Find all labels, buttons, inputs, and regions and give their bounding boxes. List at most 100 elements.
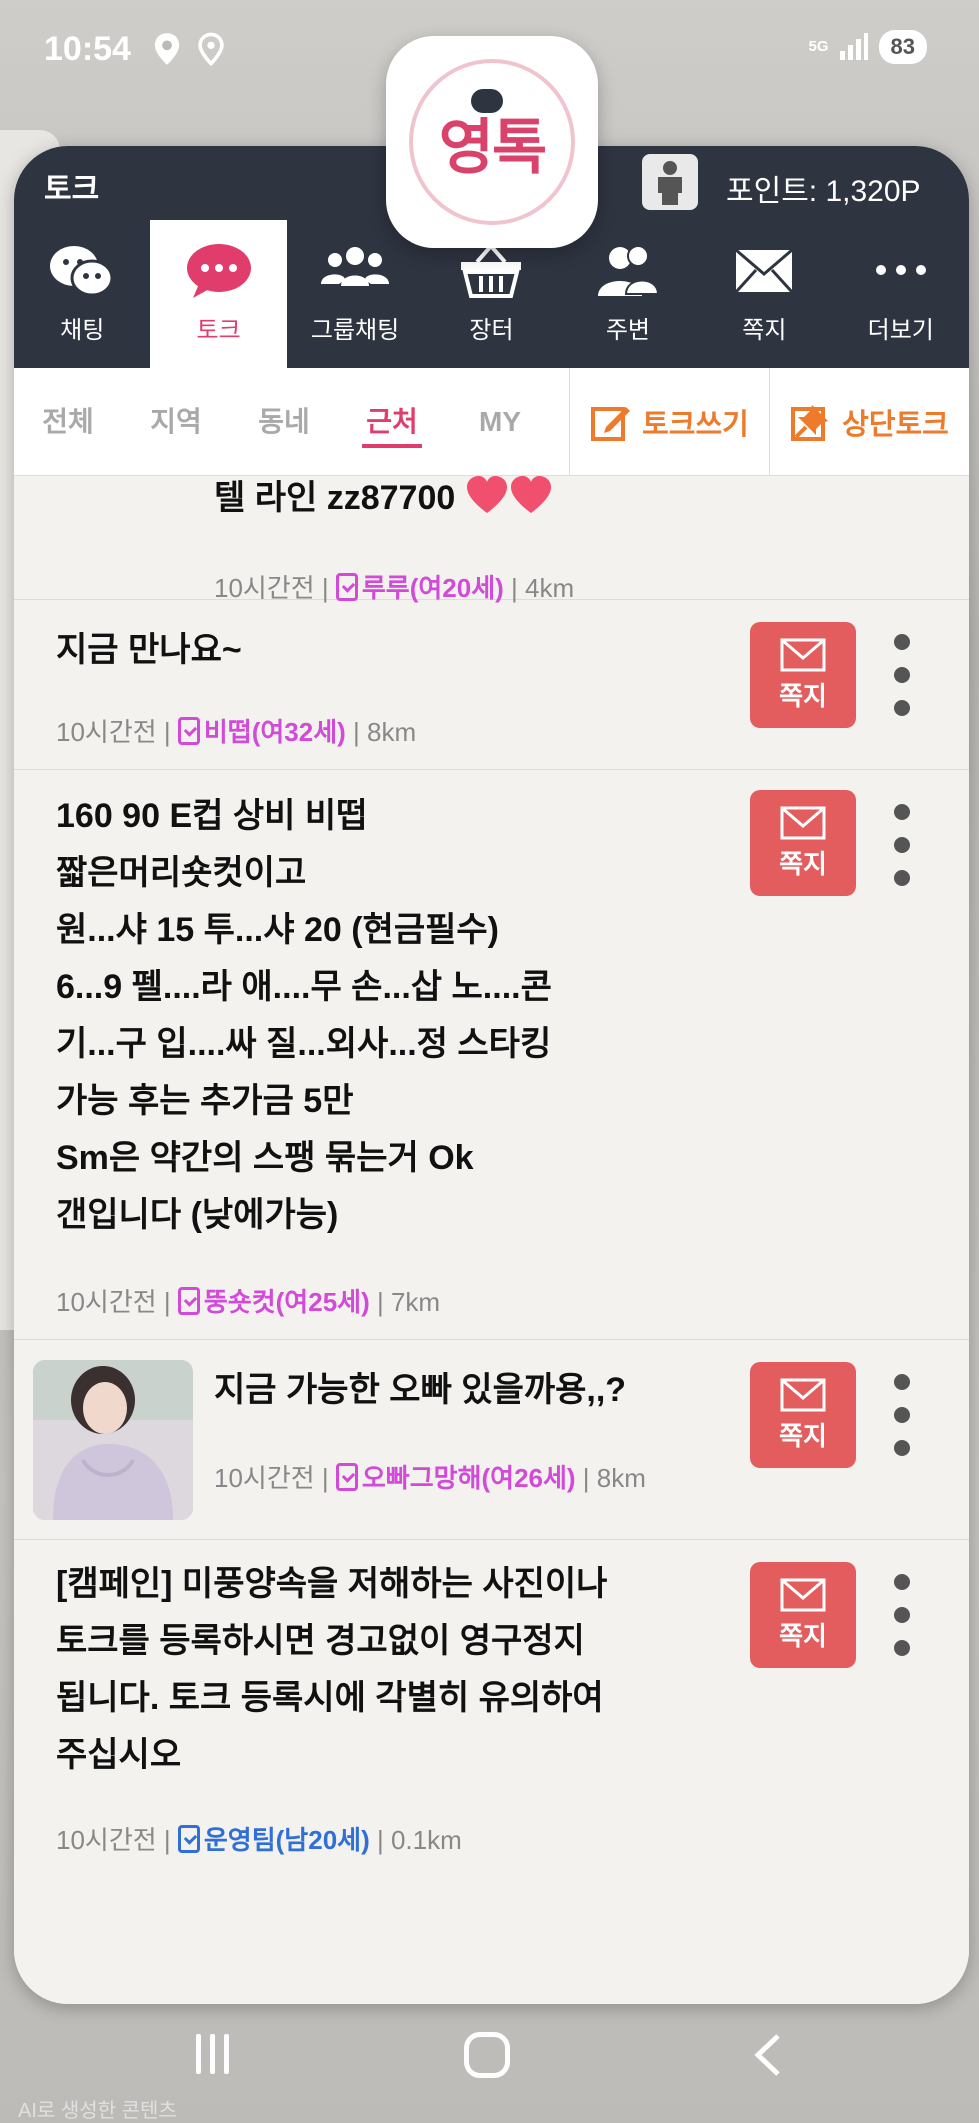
message-label: 쪽지 [779,680,827,711]
wechat-icon [50,246,114,297]
network-label: 5G [808,38,829,55]
system-nav-bar: AI로 생성한 콘텐츠 [0,2012,979,2123]
more-options-button[interactable] [892,1374,912,1456]
post-nickname[interactable]: 루루(여20세) [362,573,504,603]
points-label: 포인트: 1,320P [726,175,921,208]
battery-indicator: 83 [878,30,927,64]
message-button[interactable]: 쪽지 [750,1562,856,1668]
heart-icon [466,476,507,513]
profile-photo[interactable] [33,1360,193,1520]
post-nickname[interactable]: 비떱(여32세) [204,717,346,747]
group-icon [321,247,390,286]
post-nickname[interactable]: 뚱숏컷(여25세) [204,1287,370,1317]
post-line: 기...구 입....싸 질...외사...정 스타킹 [56,1025,552,1063]
tab-group-chat[interactable]: 그룹채팅 [287,220,423,368]
post-text: 지금 가능한 오빠 있을까용,,? [214,1371,627,1409]
location-outline-icon [198,32,224,66]
post-time: 10시간전 [56,1287,157,1317]
tab-nearby[interactable]: 주변 [560,220,696,368]
post-line: 주십시오 [56,1736,182,1774]
more-options-button[interactable] [892,634,912,716]
envelope-icon [780,638,826,671]
heart-icon [510,476,551,513]
person-icon [658,161,682,205]
post-line: Sm은 약간의 스팽 묶는거 Ok [56,1139,474,1177]
list-item[interactable]: 지금 가능한 오빠 있을까용,,? 10시간전 | 오빠그망해(여26세) | … [14,1340,969,1540]
post-distance: 0.1km [390,1825,462,1855]
logo-bubble-icon [471,89,503,113]
list-item[interactable]: [캠페인] 미풍양속을 저해하는 사진이나 토크를 등록하시면 경고없이 영구정… [14,1540,969,1876]
message-button[interactable]: 쪽지 [750,622,856,728]
tab-chat[interactable]: 채팅 [14,220,150,368]
post-line: 160 90 E컵 상비 비떱 [56,797,368,835]
chat-bubble-icon [186,244,251,298]
page-title: 토크 [44,173,100,206]
list-item[interactable]: 지금 만나요~ 10시간전 | 비떱(여32세) | 8km 쪽지 [14,600,969,770]
tab-label: 토크 [196,317,241,344]
tab-label: 더보기 [867,317,934,344]
more-options-button[interactable] [892,1574,912,1656]
recents-button[interactable] [196,2034,236,2074]
more-options-button[interactable] [892,804,912,886]
filter-neighborhood[interactable]: 동네 [230,368,338,476]
list-item[interactable]: 텔 라인 zz87700 10시간전 | 루루(여20세) | 4km [14,476,969,603]
post-meta: 10시간전 | 오빠그망해(여26세) | 8km [214,1463,646,1493]
list-item[interactable]: 160 90 E컵 상비 비떱 짧은머리숏컷이고 원...샤 15 투...샤 … [14,770,969,1340]
tab-talk[interactable]: 토크 [150,220,287,368]
pin-icon [791,404,829,441]
home-button[interactable] [464,2032,510,2078]
tab-label: 장터 [469,317,514,344]
post-nickname[interactable]: 운영팀(남20세) [204,1825,370,1855]
edit-icon [591,406,631,441]
post-meta: 10시간전 | 비떱(여32세) | 8km [56,717,417,747]
post-line: 갠입니다 (낮에가능) [56,1196,339,1234]
post-nickname[interactable]: 오빠그망해(여26세) [362,1463,576,1493]
tab-messages[interactable]: 쪽지 [696,220,832,368]
message-label: 쪽지 [779,1620,827,1651]
profile-photo-image [33,1360,193,1520]
verified-phone-icon [177,717,200,745]
tab-more[interactable]: 더보기 [833,220,969,368]
message-label: 쪽지 [779,848,827,879]
back-icon[interactable] [748,2032,788,2078]
message-button[interactable]: 쪽지 [750,1362,856,1468]
status-right: 5G 83 [808,30,927,64]
app-window: 토크 포인트: 1,320P 채팅 토크 그룹채팅 장터 주변 쪽지 더보기 전… [14,146,969,2004]
post-line: [캠페인] 미풍양속을 저해하는 사진이나 [56,1565,608,1603]
verified-phone-icon [335,1463,358,1491]
tab-label: 그룹채팅 [310,317,400,344]
location-icon [154,33,180,65]
post-time: 10시간전 [56,717,157,747]
basket-icon [461,242,522,298]
filter-my[interactable]: MY [446,368,554,476]
verified-phone-icon [177,1825,200,1853]
post-line: 가능 후는 추가금 5만 [56,1082,354,1120]
people-icon [597,245,659,296]
post-text: 지금 만나요~ [56,631,242,669]
post-time: 10시간전 [56,1825,157,1855]
write-talk-label: 토크쓰기 [642,408,749,441]
envelope-icon [780,1578,826,1611]
filter-nearby[interactable]: 근처 [338,368,446,476]
post-text-block: [캠페인] 미풍양속을 저해하는 사진이나 토크를 등록하시면 경고없이 영구정… [56,1556,607,1784]
post-line: 원...샤 15 투...샤 20 (현금필수) [56,911,499,949]
message-label: 쪽지 [779,1420,827,1451]
write-talk-button[interactable]: 토크쓰기 [570,368,769,476]
post-distance: 4km [525,573,575,603]
signal-icon [839,33,868,60]
avatar[interactable] [642,154,698,210]
post-text: 텔 라인 zz87700 [214,476,553,527]
message-button[interactable]: 쪽지 [750,790,856,896]
envelope-icon [780,806,826,839]
filter-bar: 전체 지역 동네 근처 MY 토크쓰기 상단토크 [14,367,969,476]
logo-circle: 영톡 [409,59,575,225]
top-talk-button[interactable]: 상단토크 [770,368,969,476]
post-time: 10시간전 [214,1463,315,1493]
tab-label: 쪽지 [742,317,787,344]
post-meta: 10시간전 | 운영팀(남20세) | 0.1km [56,1825,462,1855]
post-line: 됩니다. 토크 등록시에 각별히 유의하여 [56,1679,604,1717]
envelope-icon [735,248,794,294]
filter-all[interactable]: 전체 [14,368,122,476]
post-meta: 10시간전 | 뚱숏컷(여25세) | 7km [56,1287,441,1317]
filter-region[interactable]: 지역 [122,368,230,476]
